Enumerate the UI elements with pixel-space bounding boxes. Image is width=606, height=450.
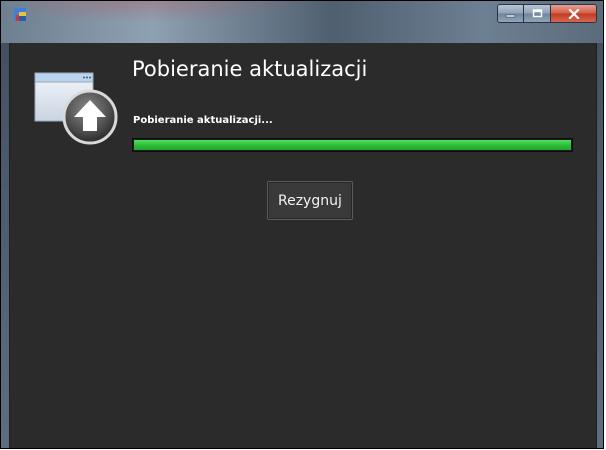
status-text: Pobieranie aktualizacji...: [133, 115, 273, 126]
app-icon[interactable]: [13, 7, 27, 22]
maximize-icon: [532, 9, 542, 18]
window-controls: [497, 4, 597, 23]
update-dialog-window: Pobieranie aktualizacji Pobieranie aktua…: [0, 0, 604, 449]
dialog-content: Pobieranie aktualizacji Pobieranie aktua…: [9, 43, 597, 448]
window-frame-right: [596, 43, 603, 448]
minimize-icon: [505, 14, 516, 18]
window-frame-left: [1, 43, 9, 448]
progress-bar-fill: [134, 140, 571, 150]
maximize-button[interactable]: [524, 4, 551, 23]
update-download-icon: [34, 72, 118, 145]
minimize-button[interactable]: [497, 4, 524, 23]
page-title: Pobieranie aktualizacji: [132, 57, 368, 81]
cancel-button[interactable]: Rezygnuj: [267, 181, 353, 220]
close-icon: [567, 8, 580, 19]
title-bar[interactable]: [1, 1, 603, 43]
close-button[interactable]: [551, 4, 597, 23]
download-progress-bar: [132, 138, 573, 152]
